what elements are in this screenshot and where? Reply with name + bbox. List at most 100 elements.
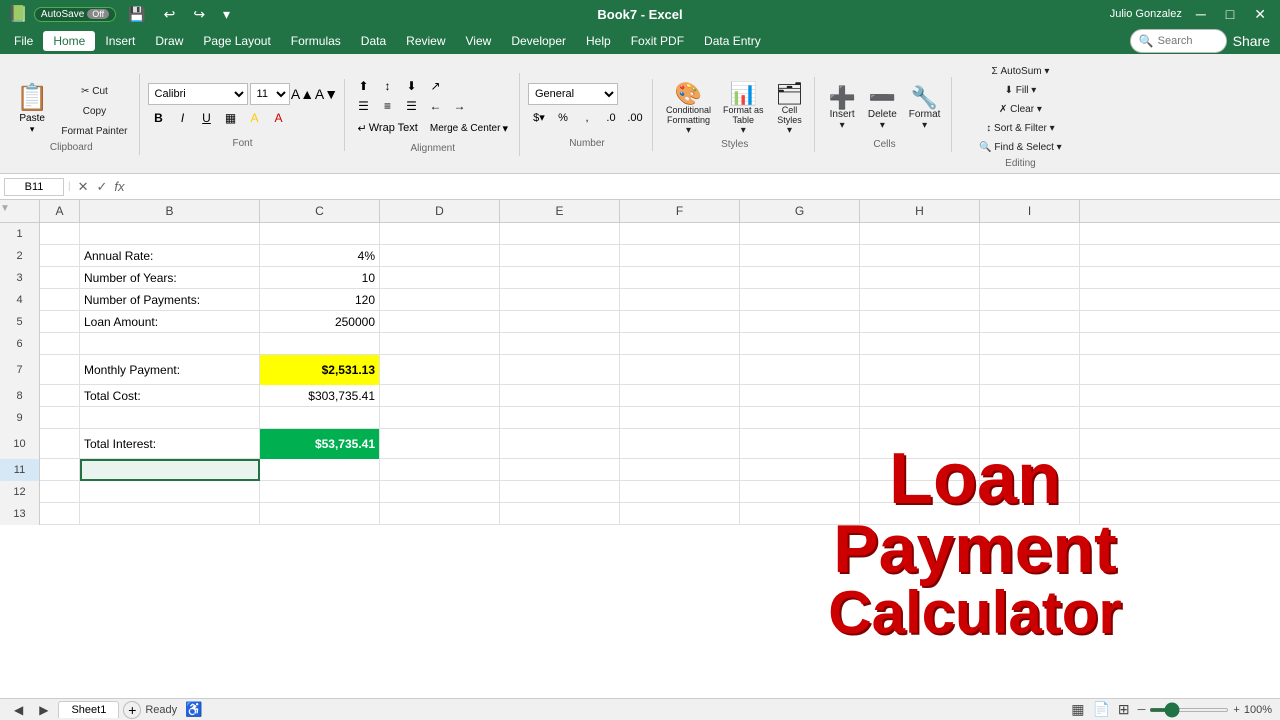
cell-c11[interactable]: [260, 459, 380, 481]
cell-d7[interactable]: [380, 355, 500, 385]
close-button[interactable]: ✕: [1248, 4, 1272, 25]
cell-i11[interactable]: [980, 459, 1080, 481]
cell-e7[interactable]: [500, 355, 620, 385]
currency-button[interactable]: $▾: [528, 107, 550, 129]
cell-e2[interactable]: [500, 245, 620, 267]
cancel-formula-button[interactable]: ✕: [75, 179, 92, 195]
merge-dropdown-icon[interactable]: ▾: [502, 122, 508, 135]
cell-c1[interactable]: [260, 223, 380, 245]
cell-b1[interactable]: [80, 223, 260, 245]
sheet-view-break[interactable]: ⊞: [1118, 701, 1130, 718]
merge-center-button[interactable]: Merge & Center ▾: [425, 117, 513, 139]
share-button[interactable]: Share: [1227, 31, 1276, 51]
cell-e10[interactable]: [500, 429, 620, 459]
menu-formulas[interactable]: Formulas: [281, 31, 351, 51]
cell-i1[interactable]: [980, 223, 1080, 245]
cell-d9[interactable]: [380, 407, 500, 429]
cell-a2[interactable]: [40, 245, 80, 267]
cell-g7[interactable]: [740, 355, 860, 385]
cell-f6[interactable]: [620, 333, 740, 355]
cell-a5[interactable]: [40, 311, 80, 333]
cell-f7[interactable]: [620, 355, 740, 385]
increase-decimal-button[interactable]: .00: [624, 107, 646, 129]
fill-color-button[interactable]: A: [244, 107, 266, 129]
format-painter-button[interactable]: Format Painter: [56, 122, 132, 140]
top-align-button[interactable]: ⬆: [353, 77, 375, 95]
cell-g1[interactable]: [740, 223, 860, 245]
cell-h8[interactable]: [860, 385, 980, 407]
fill-button[interactable]: ⬇ Fill ▾: [960, 81, 1080, 99]
cell-g8[interactable]: [740, 385, 860, 407]
number-format-select[interactable]: General: [528, 83, 618, 105]
cell-i13[interactable]: [980, 503, 1080, 525]
paste-button[interactable]: 📋 Paste ▾: [10, 78, 54, 134]
menu-help[interactable]: Help: [576, 31, 621, 51]
delete-button[interactable]: ➖ Delete ▾: [863, 81, 902, 137]
cell-d8[interactable]: [380, 385, 500, 407]
cell-f2[interactable]: [620, 245, 740, 267]
menu-foxit[interactable]: Foxit PDF: [621, 31, 694, 51]
cut-button[interactable]: ✂ Cut: [56, 82, 132, 100]
cell-g10[interactable]: [740, 429, 860, 459]
cell-h10[interactable]: [860, 429, 980, 459]
cell-c10[interactable]: $53,735.41: [260, 429, 380, 459]
menu-developer[interactable]: Developer: [501, 31, 576, 51]
comma-button[interactable]: ,: [576, 107, 598, 129]
cell-i7[interactable]: [980, 355, 1080, 385]
percent-button[interactable]: %: [552, 107, 574, 129]
cell-g5[interactable]: [740, 311, 860, 333]
menu-page-layout[interactable]: Page Layout: [193, 31, 280, 51]
col-header-e[interactable]: E: [500, 200, 620, 222]
find-select-button[interactable]: 🔍 Find & Select ▾: [960, 138, 1080, 156]
cell-c9[interactable]: [260, 407, 380, 429]
menu-data-entry[interactable]: Data Entry: [694, 31, 771, 51]
insert-button[interactable]: ➕ Insert ▾: [823, 81, 860, 137]
cell-h9[interactable]: [860, 407, 980, 429]
clear-button[interactable]: ✗ Clear ▾: [960, 100, 1080, 118]
cell-b6[interactable]: [80, 333, 260, 355]
prev-sheet-button[interactable]: ◀: [8, 701, 29, 719]
cell-styles-dropdown[interactable]: ▾: [787, 125, 792, 136]
right-align-button[interactable]: ☰: [401, 97, 423, 115]
cell-h2[interactable]: [860, 245, 980, 267]
cell-f11[interactable]: [620, 459, 740, 481]
cell-b8[interactable]: Total Cost:: [80, 385, 260, 407]
cell-a6[interactable]: [40, 333, 80, 355]
cell-d3[interactable]: [380, 267, 500, 289]
cell-c12[interactable]: [260, 481, 380, 503]
menu-view[interactable]: View: [456, 31, 502, 51]
redo-button[interactable]: ↪: [187, 4, 211, 25]
cell-i3[interactable]: [980, 267, 1080, 289]
col-header-b[interactable]: B: [80, 200, 260, 222]
cell-e4[interactable]: [500, 289, 620, 311]
select-all-icon[interactable]: ▼: [0, 203, 10, 214]
enter-formula-button[interactable]: ✓: [94, 179, 111, 195]
sort-filter-button[interactable]: ↕ Sort & Filter ▾: [960, 119, 1080, 137]
menu-insert[interactable]: Insert: [95, 31, 145, 51]
cell-styles-button[interactable]: 🗂 CellStyles ▾: [771, 81, 809, 137]
conditional-formatting-button[interactable]: 🎨 ConditionalFormatting ▾: [661, 81, 716, 137]
format-button[interactable]: 🔧 Format ▾: [904, 81, 946, 137]
cell-f3[interactable]: [620, 267, 740, 289]
cell-e6[interactable]: [500, 333, 620, 355]
customize-qat-button[interactable]: ▾: [217, 4, 236, 25]
cell-e12[interactable]: [500, 481, 620, 503]
cell-c8[interactable]: $303,735.41: [260, 385, 380, 407]
cell-b12[interactable]: [80, 481, 260, 503]
cell-a7[interactable]: [40, 355, 80, 385]
cell-i10[interactable]: [980, 429, 1080, 459]
cell-h3[interactable]: [860, 267, 980, 289]
cell-b3[interactable]: Number of Years:: [80, 267, 260, 289]
autosave-badge[interactable]: AutoSave Off: [34, 7, 116, 22]
menu-draw[interactable]: Draw: [145, 31, 193, 51]
cell-a12[interactable]: [40, 481, 80, 503]
formula-input[interactable]: [131, 180, 1276, 194]
minimize-button[interactable]: ─: [1190, 4, 1212, 24]
save-button[interactable]: 💾: [122, 4, 151, 25]
cell-h7[interactable]: [860, 355, 980, 385]
cell-c2[interactable]: 4%: [260, 245, 380, 267]
cell-e8[interactable]: [500, 385, 620, 407]
cond-fmt-dropdown[interactable]: ▾: [686, 125, 691, 136]
cell-d12[interactable]: [380, 481, 500, 503]
cell-e3[interactable]: [500, 267, 620, 289]
